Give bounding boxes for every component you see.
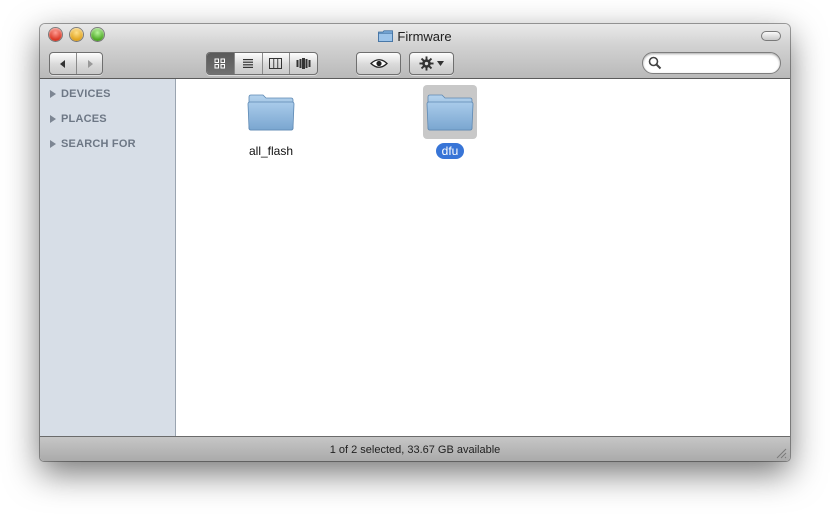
sidebar-section-search-for[interactable]: SEARCH FOR (50, 138, 136, 150)
file-name-label: all_flash (248, 144, 294, 158)
nav-buttons (49, 52, 103, 75)
sidebar-section-label: DEVICES (61, 88, 111, 100)
chevron-down-icon (437, 61, 444, 66)
sidebar-section-label: SEARCH FOR (61, 138, 136, 150)
folder-icon (378, 30, 394, 42)
eye-icon (369, 59, 388, 68)
disclosure-triangle-icon[interactable] (50, 140, 56, 148)
window-title-group: Firmware (40, 27, 790, 45)
view-mode-segment (206, 52, 318, 75)
window-title: Firmware (397, 28, 452, 44)
quicklook-button-wrap (356, 52, 401, 75)
folder-item-all-flash[interactable]: all_flash (231, 85, 311, 160)
back-arrow-icon (60, 59, 65, 68)
sidebar: DEVICES PLACES SEARCH FOR (40, 79, 176, 436)
search-field[interactable] (642, 52, 781, 74)
forward-button[interactable] (77, 53, 102, 74)
action-button[interactable] (410, 53, 453, 74)
icon-view-button[interactable] (207, 53, 235, 74)
sidebar-section-devices[interactable]: DEVICES (50, 88, 111, 100)
disclosure-triangle-icon[interactable] (50, 115, 56, 123)
list-view-button[interactable] (235, 53, 263, 74)
forward-arrow-icon (87, 59, 93, 68)
back-button[interactable] (50, 53, 77, 74)
sidebar-section-places[interactable]: PLACES (50, 113, 107, 125)
coverflow-view-icon (296, 58, 311, 69)
column-view-icon (269, 58, 283, 69)
resize-grip-icon[interactable] (775, 447, 787, 459)
status-bar: 1 of 2 selected, 33.67 GB available (40, 436, 790, 461)
finder-window: Firmware DEVICES PLACES SEARCH FOR all_f… (40, 24, 790, 461)
toolbar-toggle-button[interactable] (761, 31, 781, 41)
coverflow-view-button[interactable] (290, 53, 317, 74)
gear-icon (419, 56, 434, 71)
file-name-label: dfu (435, 143, 465, 159)
folder-icon (426, 94, 474, 131)
icon-view-icon (214, 58, 226, 69)
column-view-button[interactable] (263, 53, 291, 74)
search-input[interactable] (663, 55, 777, 72)
folder-item-dfu[interactable]: dfu (410, 85, 490, 160)
quicklook-button[interactable] (357, 53, 400, 74)
search-icon (648, 56, 662, 70)
folder-icon-wrap (244, 85, 298, 139)
folder-icon (247, 94, 295, 131)
sidebar-section-label: PLACES (61, 113, 107, 125)
status-text: 1 of 2 selected, 33.67 GB available (329, 443, 501, 456)
folder-icon-wrap (423, 85, 477, 139)
list-view-icon (243, 59, 254, 68)
titlebar[interactable]: Firmware (40, 24, 790, 79)
action-button-wrap (409, 52, 454, 75)
file-browser-area[interactable]: all_flash dfu (176, 79, 790, 436)
disclosure-triangle-icon[interactable] (50, 90, 56, 98)
